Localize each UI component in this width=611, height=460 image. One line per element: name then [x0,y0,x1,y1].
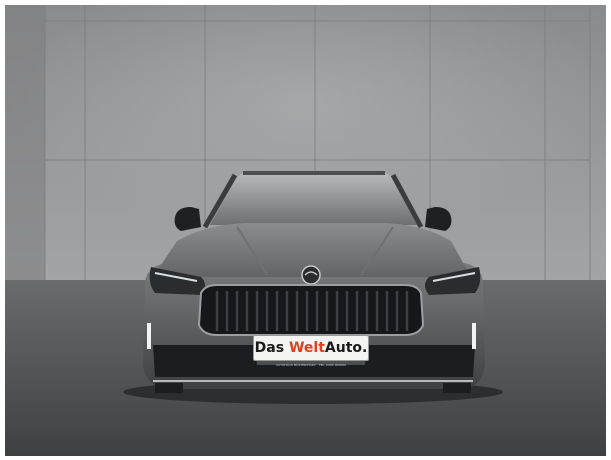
license-plate: Das Welt Auto. [253,335,369,361]
plate-text-auto: Auto. [324,340,368,356]
brand-logo [301,265,321,285]
dealer-line: AUTOHAUS MUSTERSTADT · TEL. 0000 000000 [275,363,347,367]
right-mirror [425,207,452,231]
windshield [210,171,417,225]
photo-frame: Das Welt Auto. AUTOHAUS MUSTERSTADT · TEL… [5,5,606,456]
plate-text-welt: Welt [288,340,325,356]
left-mirror [174,207,201,231]
plate-text-das: Das [254,340,289,356]
grille [197,284,425,336]
car-photo [5,5,606,456]
